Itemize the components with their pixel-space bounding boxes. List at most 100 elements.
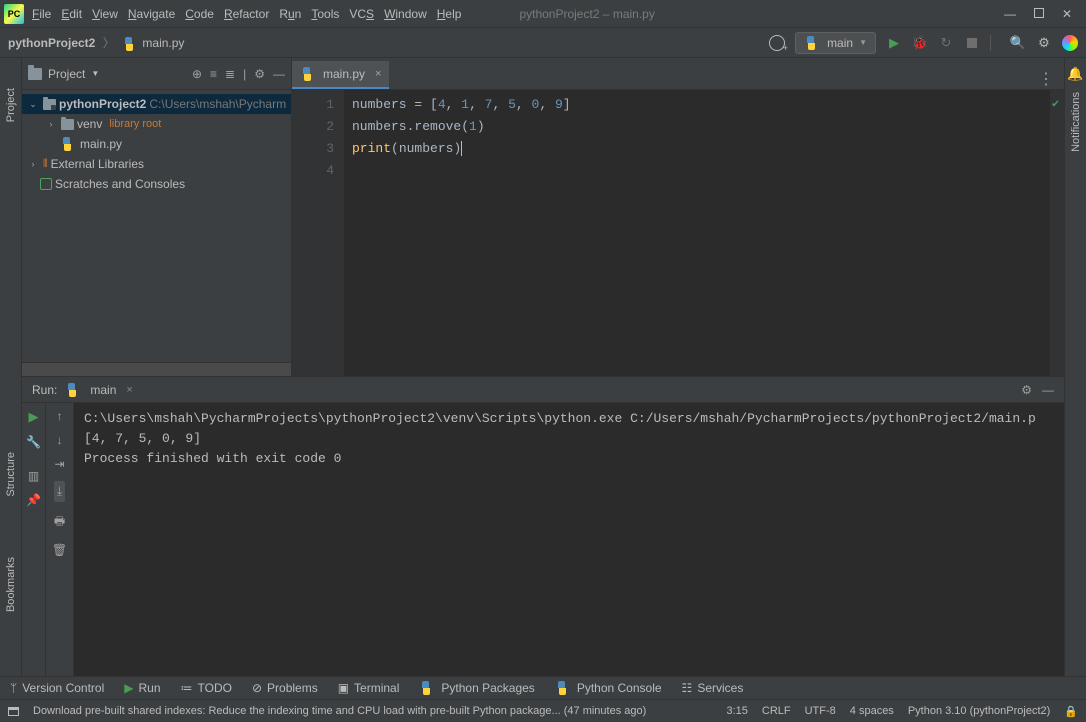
down-stack-icon[interactable]: ↓ <box>57 433 63 447</box>
close-run-tab-icon[interactable]: × <box>126 384 132 396</box>
notifications-tool-button[interactable]: Notifications <box>1070 92 1082 152</box>
editor-tab-mainpy[interactable]: main.py × <box>292 61 389 89</box>
menu-help[interactable]: Help <box>437 7 462 21</box>
locate-file-icon[interactable]: ⊕ <box>192 67 202 81</box>
breadcrumb-file[interactable]: main.py <box>142 36 184 50</box>
tree-external-libraries[interactable]: › ⫴ External Libraries <box>22 154 291 174</box>
python-interpreter[interactable]: Python 3.10 (pythonProject2) <box>908 705 1050 717</box>
color-scheme-icon[interactable] <box>1062 35 1078 51</box>
maximize-button[interactable] <box>1034 7 1044 21</box>
collapse-all-icon[interactable]: ≣ <box>225 67 235 81</box>
line-number: 3 <box>292 138 334 160</box>
tree-scratches[interactable]: Scratches and Consoles <box>22 174 291 194</box>
cursor-position[interactable]: 3:15 <box>726 705 747 717</box>
settings-button[interactable]: ⚙ <box>1036 35 1052 51</box>
run-configuration-selector[interactable]: main ▼ <box>795 32 876 54</box>
tree-scratches-label: Scratches and Consoles <box>55 177 185 191</box>
code-with-me-icon[interactable] <box>769 35 785 51</box>
menu-edit[interactable]: Edit <box>61 7 82 21</box>
menu-file[interactable]: File <box>32 7 51 21</box>
up-stack-icon[interactable]: ↑ <box>57 409 63 423</box>
project-tool-button[interactable]: Project <box>5 88 17 122</box>
menu-window[interactable]: Window <box>384 7 427 21</box>
tree-root-label: pythonProject2 <box>59 97 146 111</box>
clear-all-icon[interactable]: 🗑 <box>52 543 67 557</box>
layout-icon[interactable]: ▥ <box>28 469 39 483</box>
expand-all-icon[interactable]: ≡ <box>210 67 217 81</box>
print-icon[interactable]: 🖶 <box>54 512 65 533</box>
line-number: 2 <box>292 116 334 138</box>
close-tab-icon[interactable]: × <box>375 68 381 80</box>
line-number: 4 <box>292 160 334 182</box>
tree-mainpy[interactable]: main.py <box>22 134 291 154</box>
settings-gear-icon[interactable]: ⚙ <box>254 67 265 81</box>
tool-todo[interactable]: ≔TODO <box>181 681 232 695</box>
run-panel-tools: ⚙ — <box>1021 383 1054 397</box>
error-stripe[interactable]: ✔ <box>1050 90 1064 376</box>
debug-button[interactable]: 🐞 <box>912 35 928 51</box>
run-console[interactable]: C:\Users\mshah\PycharmProjects\pythonPro… <box>74 403 1064 676</box>
collapse-icon[interactable]: ⌄ <box>26 99 40 110</box>
soft-wrap-icon[interactable]: ⇥ <box>54 457 64 471</box>
hide-run-panel-icon[interactable]: — <box>1042 383 1054 397</box>
menu-vcs[interactable]: VCS <box>349 7 374 21</box>
run-panel-tab[interactable]: main <box>90 383 116 397</box>
file-encoding[interactable]: UTF-8 <box>805 705 836 717</box>
close-button[interactable]: ✕ <box>1062 7 1072 21</box>
run-button[interactable]: ▶ <box>886 35 902 51</box>
tool-services[interactable]: ☷Services <box>682 681 744 695</box>
bookmarks-tool-button[interactable]: Bookmarks <box>5 557 17 612</box>
python-file-icon <box>300 67 314 81</box>
toolbar-separator <box>990 35 1000 51</box>
readonly-lock-icon[interactable]: 🔒 <box>1064 705 1078 718</box>
tool-window-icon[interactable] <box>8 707 19 716</box>
status-message[interactable]: Download pre-built shared indexes: Reduc… <box>33 705 646 717</box>
menu-run[interactable]: Run <box>279 7 301 21</box>
breadcrumb-project[interactable]: pythonProject2 <box>8 36 95 50</box>
tree-venv[interactable]: › venv library root <box>22 114 291 134</box>
menu-refactor[interactable]: Refactor <box>224 7 269 21</box>
scroll-to-end-icon[interactable]: ⤓ <box>54 481 65 502</box>
search-everywhere-button[interactable]: 🔍 <box>1010 35 1026 51</box>
menu-tools[interactable]: Tools <box>311 7 339 21</box>
menu-view[interactable]: View <box>92 7 118 21</box>
content-column: Project ▼ ⊕ ≡ ≣ | ⚙ — ⌄ python <box>22 58 1064 676</box>
run-settings-icon[interactable]: ⚙ <box>1021 383 1032 397</box>
breadcrumb[interactable]: pythonProject2 〉 main.py <box>8 34 184 51</box>
rerun-button[interactable]: ▶ <box>29 409 39 425</box>
toolbar-right: main ▼ ▶ 🐞 ↻ 🔍 ⚙ <box>769 32 1078 54</box>
tool-problems[interactable]: ⊘Problems <box>252 681 318 695</box>
tool-python-packages[interactable]: Python Packages <box>419 681 534 695</box>
project-panel: Project ▼ ⊕ ≡ ≣ | ⚙ — ⌄ python <box>22 58 292 376</box>
menu-code[interactable]: Code <box>185 7 214 21</box>
view-mode-dropdown-icon[interactable]: ▼ <box>91 69 99 78</box>
indent-setting[interactable]: 4 spaces <box>850 705 894 717</box>
pin-icon[interactable]: 📌 <box>26 493 41 507</box>
status-bar: Download pre-built shared indexes: Reduc… <box>0 700 1086 722</box>
divider: | <box>243 67 246 81</box>
tool-terminal[interactable]: ▣Terminal <box>338 681 400 695</box>
notifications-bell-icon[interactable]: 🔔 <box>1067 66 1083 82</box>
tool-version-control[interactable]: ᛘVersion Control <box>10 681 104 695</box>
line-separator[interactable]: CRLF <box>762 705 791 717</box>
code-area[interactable]: numbers = [4, 1, 7, 5, 0, 9]numbers.remo… <box>344 90 1050 376</box>
project-panel-scrollbar[interactable] <box>22 362 291 376</box>
hide-panel-icon[interactable]: — <box>273 67 285 81</box>
editor-area: main.py × ⋮ 1 2 3 4 numbers = [4, 1, 7, … <box>292 58 1064 376</box>
tool-python-console[interactable]: Python Console <box>555 681 662 695</box>
run-with-coverage-button[interactable]: ↻ <box>938 35 954 51</box>
tree-project-root[interactable]: ⌄ pythonProject2 C:\Users\mshah\Pycharm <box>22 94 291 114</box>
editor-body[interactable]: 1 2 3 4 numbers = [4, 1, 7, 5, 0, 9]numb… <box>292 90 1064 376</box>
project-tree[interactable]: ⌄ pythonProject2 C:\Users\mshah\Pycharm … <box>22 90 291 362</box>
library-root-tag: library root <box>109 118 161 130</box>
tool-run[interactable]: ▶Run <box>124 681 160 695</box>
run-toolbar-primary: ▶ 🔧 ▥ 📌 <box>22 403 46 676</box>
minimize-button[interactable]: — <box>1004 7 1016 21</box>
expand-icon[interactable]: › <box>44 119 58 129</box>
menu-navigate[interactable]: Navigate <box>128 7 175 21</box>
editor-tabs-menu[interactable]: ⋮ <box>1028 69 1064 89</box>
expand-icon[interactable]: › <box>26 159 40 169</box>
stop-button[interactable] <box>964 35 980 51</box>
modify-run-config-icon[interactable]: 🔧 <box>26 435 41 449</box>
structure-tool-button[interactable]: Structure <box>5 452 17 497</box>
